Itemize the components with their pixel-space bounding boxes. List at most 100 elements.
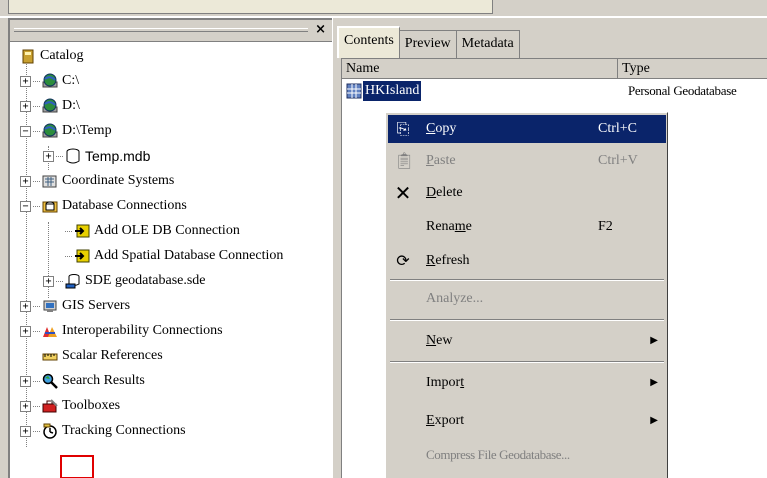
red-highlight-box xyxy=(60,455,94,478)
expand-icon[interactable]: + xyxy=(20,325,31,337)
tree-item-label: GIS Servers xyxy=(62,298,131,313)
expand-icon[interactable]: + xyxy=(43,150,54,162)
menu-item-delete[interactable]: ✕ Delete xyxy=(388,179,666,207)
tree-item-scalar-references[interactable]: Scalar References xyxy=(42,344,163,368)
paste-icon: 📋︎ xyxy=(394,151,415,170)
menu-separator xyxy=(390,319,664,321)
tree-item-label: Toolboxes xyxy=(62,398,121,413)
column-header-type[interactable]: Type xyxy=(618,59,767,79)
tree-item-label: SDE geodatabase.sde xyxy=(85,273,206,288)
submenu-arrow-icon: ▶ xyxy=(650,335,658,346)
tree-item-label: Search Results xyxy=(62,373,145,388)
tree-item-d-drive[interactable]: + D:\ xyxy=(20,94,80,118)
expand-icon[interactable]: + xyxy=(43,275,54,287)
tree-item-label: D:\ xyxy=(62,98,80,113)
add-connection-icon xyxy=(74,223,90,239)
expand-icon[interactable]: + xyxy=(20,375,31,387)
menu-item-rename[interactable]: Rename F2 xyxy=(388,213,666,241)
top-toolbar xyxy=(0,0,767,18)
database-connections-icon xyxy=(42,198,58,214)
tree-item-coordinate-systems[interactable]: + Coordinate Systems xyxy=(20,169,174,193)
close-icon[interactable]: × xyxy=(315,22,326,37)
refresh-icon: ⟳ xyxy=(396,251,410,270)
drive-icon xyxy=(42,73,58,89)
tree-item-add-spatial-db[interactable]: Add Spatial Database Connection xyxy=(65,244,283,268)
expand-icon[interactable]: + xyxy=(20,175,31,187)
folder-icon xyxy=(42,123,58,139)
menu-item-compress[interactable]: Compress File Geodatabase... xyxy=(388,441,666,469)
tree-item-label: Database Connections xyxy=(62,198,187,213)
collapse-icon[interactable]: − xyxy=(20,200,31,212)
tree-item-sde-geodatabase[interactable]: + SDE geodatabase.sde xyxy=(43,269,206,293)
tree-item-label: Add Spatial Database Connection xyxy=(94,248,284,263)
tree-item-search-results[interactable]: + Search Results xyxy=(20,369,145,393)
menu-item-paste[interactable]: 📋︎ Paste Ctrl+V xyxy=(388,147,666,175)
menu-item-import[interactable]: Import ▶ xyxy=(388,369,666,397)
tree-item-database-connections[interactable]: − Database Connections xyxy=(20,194,187,218)
catalog-tree: Catalog + C:\ + D:\ − D:\Temp + Temp.mdb… xyxy=(10,44,332,478)
tree-item-label: Coordinate Systems xyxy=(62,173,175,188)
collapse-icon[interactable]: − xyxy=(20,125,31,137)
tree-item-add-ole-db[interactable]: Add OLE DB Connection xyxy=(65,219,240,243)
scalar-icon xyxy=(42,348,58,364)
expand-icon[interactable]: + xyxy=(20,425,31,437)
tree-item-label: D:\Temp xyxy=(62,123,112,138)
gis-servers-icon xyxy=(42,298,58,314)
expand-icon[interactable]: + xyxy=(20,400,31,412)
tree-item-label: Interoperability Connections xyxy=(62,323,223,338)
tab-contents[interactable]: Contents xyxy=(337,26,400,58)
menu-item-copy[interactable]: ⎘ Copy Ctrl+C xyxy=(388,115,666,143)
view-tabs: Contents Preview Metadata xyxy=(337,22,520,58)
tree-item-label: Add OLE DB Connection xyxy=(94,223,240,238)
tree-item-interoperability[interactable]: + Interoperability Connections xyxy=(20,319,223,343)
tree-item-label: Scalar References xyxy=(62,348,163,363)
tree-item-d-temp[interactable]: − D:\Temp xyxy=(20,119,112,143)
catalog-panel-header: × xyxy=(10,20,332,42)
coordinate-systems-icon xyxy=(42,173,58,189)
add-connection-icon xyxy=(74,248,90,264)
tree-item-tracking-connections[interactable]: + Tracking Connections xyxy=(20,419,186,443)
expand-icon[interactable]: + xyxy=(20,75,31,87)
copy-icon: ⎘ xyxy=(396,119,410,138)
tree-item-label: Temp.mdb xyxy=(85,148,151,164)
list-item-type: Personal Geodatabase xyxy=(628,83,737,98)
tree-item-catalog[interactable]: Catalog xyxy=(20,44,84,68)
search-results-icon xyxy=(42,373,58,389)
interop-icon xyxy=(42,323,58,339)
expand-icon[interactable]: + xyxy=(20,300,31,312)
personal-geodatabase-icon xyxy=(346,83,362,99)
tree-item-c-drive[interactable]: + C:\ xyxy=(20,69,79,93)
tree-item-gis-servers[interactable]: + GIS Servers xyxy=(20,294,130,318)
tree-item-toolboxes[interactable]: + Toolboxes xyxy=(20,394,120,418)
panel-grip[interactable] xyxy=(14,28,308,32)
list-item[interactable]: HKIsland Personal Geodatabase xyxy=(342,81,767,101)
tree-item-label: C:\ xyxy=(62,73,80,88)
submenu-arrow-icon: ▶ xyxy=(650,377,658,388)
tree-item-label: Tracking Connections xyxy=(62,423,186,438)
list-item-name-cell: HKIsland xyxy=(346,81,422,101)
menu-item-analyze[interactable]: Analyze... xyxy=(388,285,666,313)
column-header-name[interactable]: Name xyxy=(342,59,618,79)
menu-item-refresh[interactable]: ⟳ Refresh xyxy=(388,247,666,275)
menu-shortcut: Ctrl+C xyxy=(598,121,638,136)
tree-item-temp-mdb[interactable]: + Temp.mdb xyxy=(43,144,150,168)
list-header: Name Type xyxy=(342,59,767,79)
list-item-name: HKIsland xyxy=(363,81,422,101)
menu-separator xyxy=(390,279,664,281)
catalog-icon xyxy=(20,48,36,64)
menu-shortcut: F2 xyxy=(598,219,613,234)
delete-icon: ✕ xyxy=(394,181,412,205)
submenu-arrow-icon: ▶ xyxy=(650,415,658,426)
tab-preview[interactable]: Preview xyxy=(398,30,457,58)
menu-item-export[interactable]: Export ▶ xyxy=(388,407,666,435)
tracking-icon xyxy=(42,423,58,439)
tree-item-label: Catalog xyxy=(40,48,84,63)
database-icon xyxy=(65,148,81,164)
drive-icon xyxy=(42,98,58,114)
menu-separator xyxy=(390,361,664,363)
menu-item-new[interactable]: New ▶ xyxy=(388,327,666,355)
address-box xyxy=(8,0,493,14)
tab-metadata[interactable]: Metadata xyxy=(455,30,520,58)
expand-icon[interactable]: + xyxy=(20,100,31,112)
menu-shortcut: Ctrl+V xyxy=(598,153,638,168)
